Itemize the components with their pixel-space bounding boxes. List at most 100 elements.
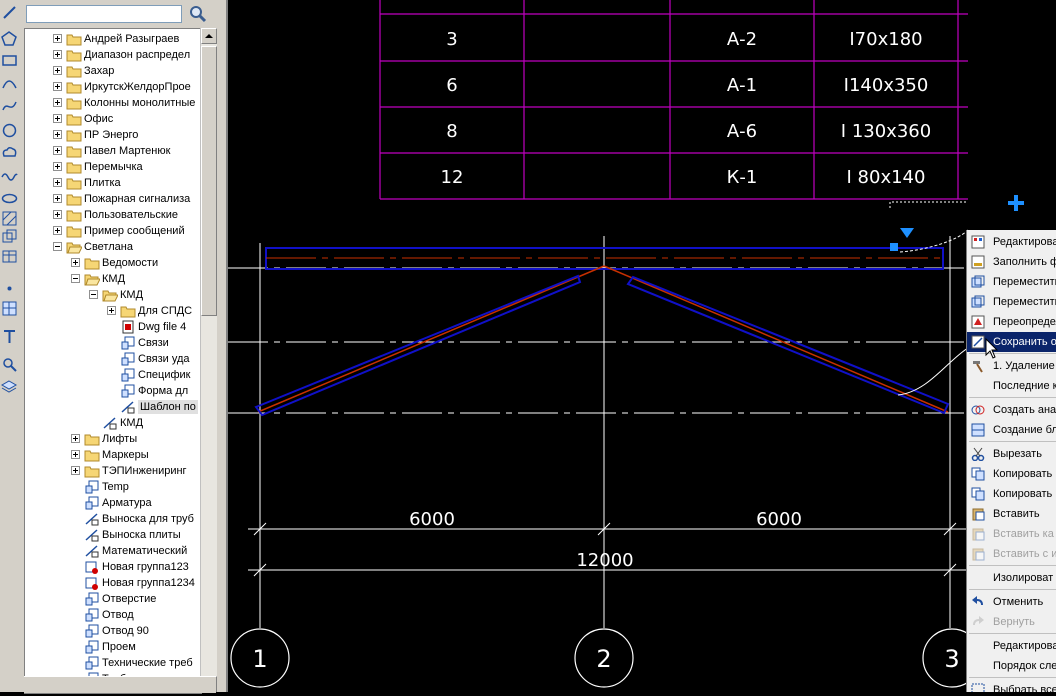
tree-item[interactable]: Плитка <box>25 175 201 191</box>
tree-item[interactable]: ТЭПИнжениринг <box>25 463 201 479</box>
tree-item[interactable]: Лифты <box>25 431 201 447</box>
scroll-up-button[interactable] <box>201 28 217 44</box>
layer-icon[interactable] <box>1 378 18 395</box>
ellipse-icon[interactable] <box>1 190 18 207</box>
expand-toggle[interactable] <box>53 210 62 219</box>
tree-item[interactable]: Форма дл <box>25 383 201 399</box>
expand-toggle[interactable] <box>107 306 116 315</box>
tree-item[interactable]: Пользовательские <box>25 207 201 223</box>
expand-toggle[interactable] <box>53 82 62 91</box>
tree-item[interactable]: Пожарная сигнализа <box>25 191 201 207</box>
block-icon[interactable] <box>1 228 18 245</box>
collapse-toggle[interactable] <box>71 274 80 283</box>
plus-grip-icon[interactable] <box>1006 193 1026 213</box>
tree-item[interactable]: Отверстие <box>25 591 201 607</box>
drawing-svg[interactable]: 3 А-2 I70x180 6 А-1 I140x350 8 А-6 I 130… <box>228 0 968 692</box>
expand-toggle[interactable] <box>53 162 62 171</box>
expand-toggle[interactable] <box>71 466 80 475</box>
tree-item[interactable]: Связи уда <box>25 351 201 367</box>
tree-item[interactable]: Павел Мартенюк <box>25 143 201 159</box>
tree-item[interactable]: Офис <box>25 111 201 127</box>
hatch-icon[interactable] <box>1 210 18 227</box>
expand-toggle[interactable] <box>71 434 80 443</box>
text-icon[interactable] <box>1 328 18 345</box>
tree-item[interactable]: Андрей Разыграев <box>25 31 201 47</box>
expand-toggle[interactable] <box>53 114 62 123</box>
tree-item[interactable]: Dwg file 4 <box>25 319 201 335</box>
tree-item[interactable]: Перемычка <box>25 159 201 175</box>
tree-item[interactable]: Отвод 90 <box>25 623 201 639</box>
tree-item[interactable]: Диапазон распредел <box>25 47 201 63</box>
selection-grips[interactable] <box>889 201 968 396</box>
tree-item[interactable]: Новая группа123 <box>25 559 201 575</box>
tree-item[interactable]: Математический <box>25 543 201 559</box>
context-menu-item[interactable]: Переместить <box>967 272 1056 292</box>
context-menu-item[interactable]: Заполнить ф <box>967 252 1056 272</box>
expand-toggle[interactable] <box>53 34 62 43</box>
polygon-icon[interactable] <box>1 30 18 47</box>
expand-toggle[interactable] <box>53 66 62 75</box>
tree-vertical-scrollbar[interactable] <box>200 28 217 692</box>
tree-item[interactable]: Выноска плиты <box>25 527 201 543</box>
expand-toggle[interactable] <box>53 50 62 59</box>
point-icon[interactable] <box>1 280 18 297</box>
tree-item[interactable]: Технические треб <box>25 655 201 671</box>
expand-toggle[interactable] <box>53 226 62 235</box>
tree-item[interactable]: Отвод <box>25 607 201 623</box>
context-menu-item[interactable]: Редактирова <box>967 636 1056 656</box>
context-menu-item[interactable]: Создание бл <box>967 420 1056 440</box>
tree-item[interactable]: Маркеры <box>25 447 201 463</box>
rectangle-icon[interactable] <box>1 52 18 69</box>
tree-item[interactable]: Для СПДС <box>25 303 201 319</box>
tree-item[interactable]: Выноска для труб <box>25 511 201 527</box>
context-menu-item[interactable]: Последние к <box>967 376 1056 396</box>
context-menu-item[interactable]: Переместить <box>967 292 1056 312</box>
expand-toggle[interactable] <box>71 258 80 267</box>
tree-horizontal-scrollbar[interactable] <box>24 676 216 693</box>
collapse-toggle[interactable] <box>89 290 98 299</box>
expand-toggle[interactable] <box>53 194 62 203</box>
expand-toggle[interactable] <box>71 450 80 459</box>
search-input[interactable] <box>26 5 182 23</box>
tree-item[interactable]: Ведомости <box>25 255 201 271</box>
tree-item[interactable]: КМД <box>25 415 201 431</box>
collapse-toggle[interactable] <box>53 242 62 251</box>
tree-item[interactable]: Колонны монолитные <box>25 95 201 111</box>
tree-item[interactable]: Temp <box>25 479 201 495</box>
context-menu-item[interactable]: Вырезать <box>967 444 1056 464</box>
tree-item[interactable]: Связи <box>25 335 201 351</box>
zoom-icon[interactable] <box>1 356 18 373</box>
spline-icon[interactable] <box>1 98 18 115</box>
context-menu-item[interactable]: Создать ана <box>967 400 1056 420</box>
tree-item[interactable]: Захар <box>25 63 201 79</box>
right-rafter[interactable] <box>603 265 950 415</box>
tree-item[interactable]: Пример сообщений <box>25 223 201 239</box>
circle-icon[interactable] <box>1 122 18 139</box>
context-menu-item[interactable]: 1. Удаление <box>967 356 1056 376</box>
tree-item[interactable]: Новая группа1234 <box>25 575 201 591</box>
expand-toggle[interactable] <box>53 146 62 155</box>
context-menu-item[interactable]: Отменить <box>967 592 1056 612</box>
context-menu-item[interactable]: Копировать <box>967 464 1056 484</box>
line-icon[interactable] <box>1 4 18 21</box>
drawing-canvas[interactable]: 3 А-2 I70x180 6 А-1 I140x350 8 А-6 I 130… <box>228 0 968 692</box>
expand-toggle[interactable] <box>53 98 62 107</box>
context-menu-item[interactable]: Вставить <box>967 504 1056 524</box>
tree-item[interactable]: Светлана <box>25 239 201 255</box>
context-menu-item[interactable]: Копировать <box>967 484 1056 504</box>
context-menu-item[interactable]: Изолироват <box>967 568 1056 588</box>
tree-item[interactable]: КМД <box>25 271 201 287</box>
tree-item[interactable]: Арматура <box>25 495 201 511</box>
grid-icon[interactable] <box>1 300 18 317</box>
context-menu-item[interactable]: Редактирова <box>967 232 1056 252</box>
context-menu-item[interactable]: Порядок сле <box>967 656 1056 676</box>
arc-icon[interactable] <box>1 74 18 91</box>
context-menu-item[interactable]: Выбрать все <box>967 680 1056 692</box>
tree-item[interactable]: Специфик <box>25 367 201 383</box>
left-rafter[interactable] <box>254 265 605 417</box>
cloud-icon[interactable] <box>1 144 18 161</box>
tree-item[interactable]: Проем <box>25 639 201 655</box>
context-menu-item[interactable]: Переопредел <box>967 312 1056 332</box>
wave-icon[interactable] <box>1 168 18 185</box>
expand-toggle[interactable] <box>53 130 62 139</box>
